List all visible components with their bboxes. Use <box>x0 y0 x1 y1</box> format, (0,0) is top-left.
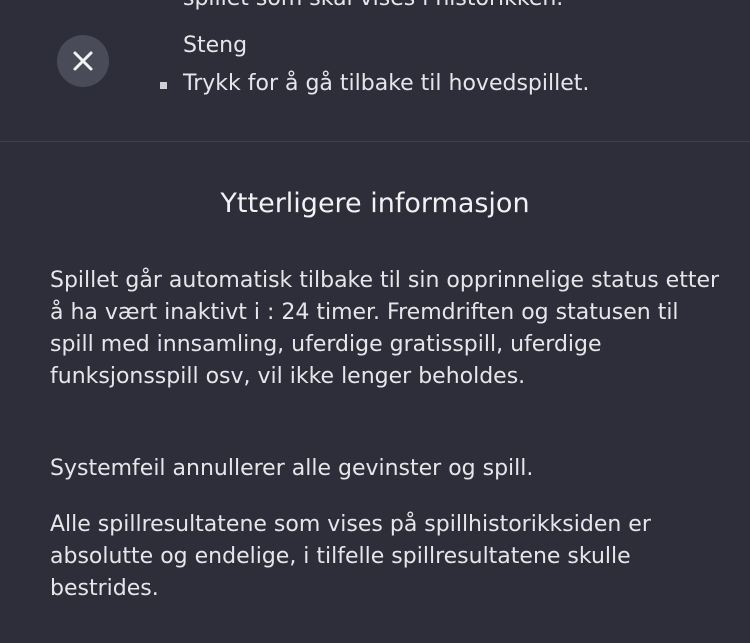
info-paragraph-system-errors: Systemfeil annullerer alle gevinster og … <box>50 456 534 481</box>
info-paragraph-results-final: Alle spillresultatene som vises på spill… <box>50 512 651 601</box>
controls-help-section: spillet som skal vises i historikken. St… <box>0 0 750 140</box>
section-divider <box>0 141 750 142</box>
close-item-description: Trykk for å gå tilbake til hovedspillet. <box>183 71 590 96</box>
close-icon <box>57 35 109 87</box>
cutoff-description: spillet som skal vises i historikken. <box>183 0 563 10</box>
close-item-description-row: Trykk for å gå tilbake til hovedspillet. <box>160 70 589 98</box>
info-paragraph-inactivity: Spillet går automatisk tilbake til sin o… <box>50 268 720 389</box>
additional-info-title: Ytterligere informasjon <box>220 188 530 219</box>
close-item-title: Steng <box>183 33 248 58</box>
help-screen: spillet som skal vises i historikken. St… <box>0 0 750 643</box>
close-icon-glyph <box>73 51 93 71</box>
bullet-icon <box>160 81 167 89</box>
